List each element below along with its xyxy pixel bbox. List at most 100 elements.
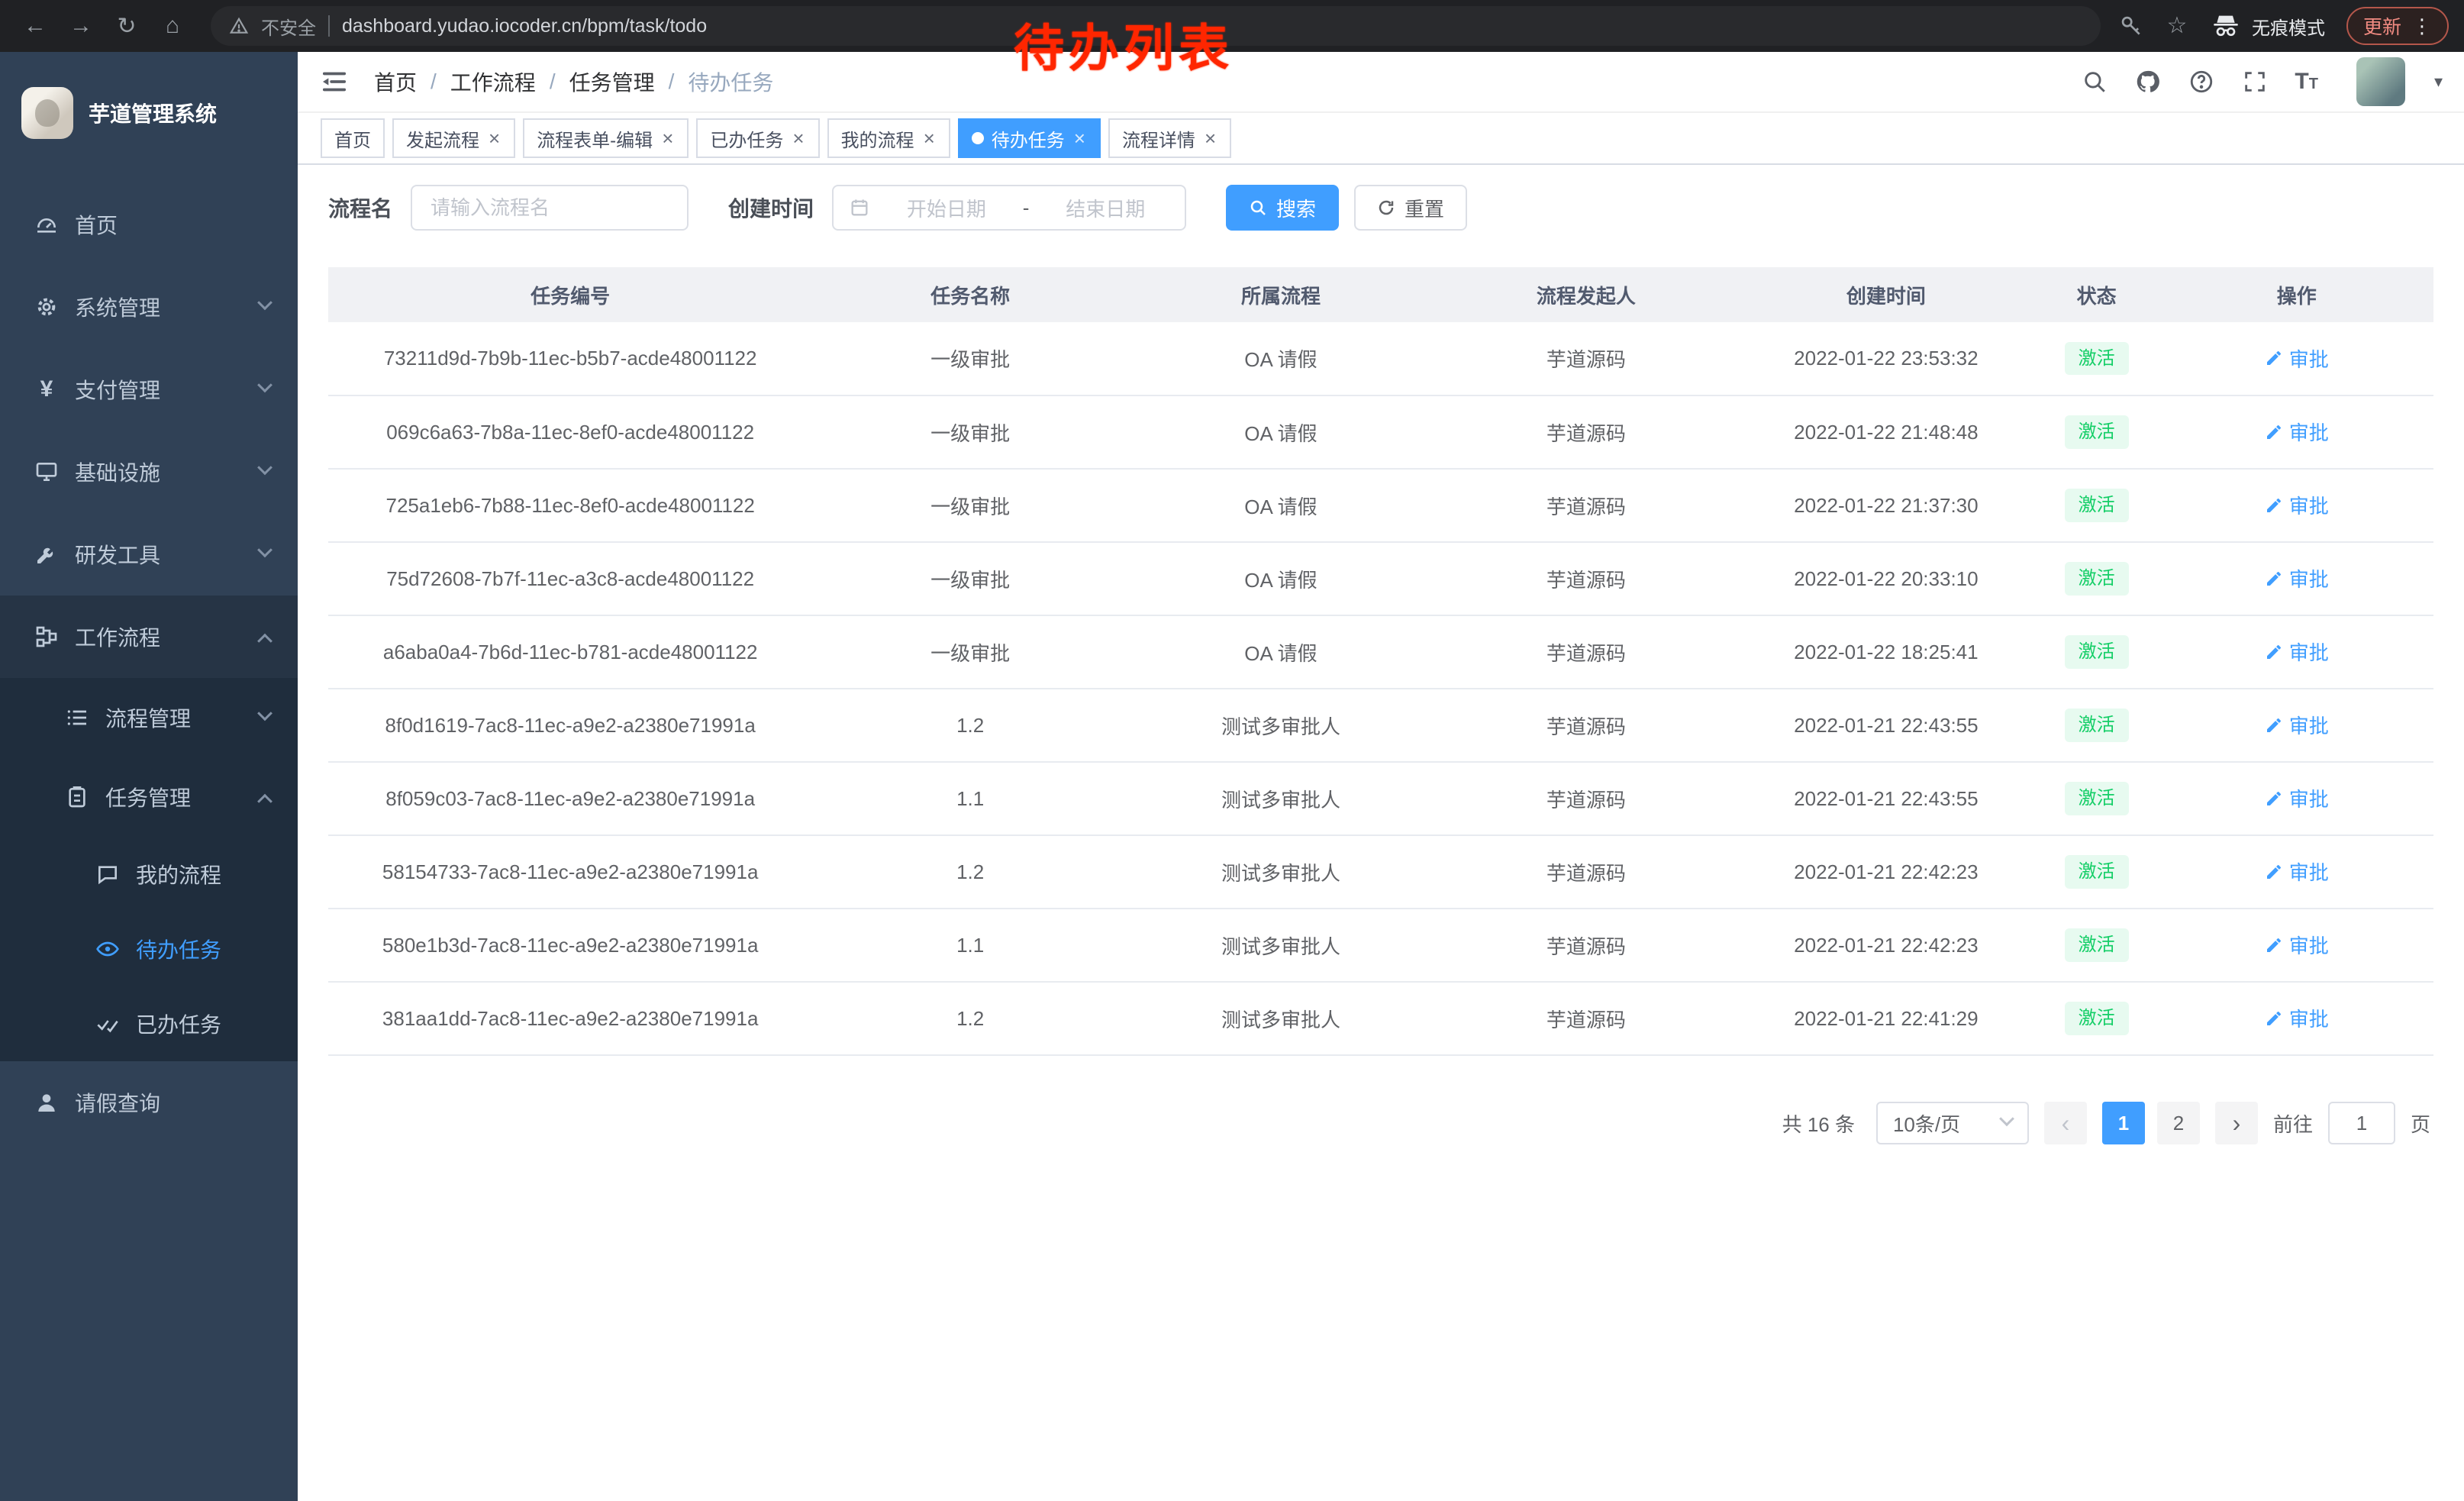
address-bar[interactable]: 不安全 dashboard.yudao.iocoder.cn/bpm/task/… <box>211 6 2101 46</box>
task-id: 580e1b3d-7ac8-11ec-a9e2-a2380e71991a <box>328 909 812 982</box>
chevron-down-icon <box>257 460 273 475</box>
sidebar-item[interactable]: 工作流程 <box>0 596 298 678</box>
fullscreen-icon[interactable] <box>2241 68 2269 95</box>
tab-close-icon[interactable]: × <box>660 128 675 148</box>
help-icon[interactable] <box>2188 68 2215 95</box>
tab[interactable]: 待办任务× <box>958 118 1101 158</box>
tab[interactable]: 发起流程 × <box>392 118 515 158</box>
create-time: 2022-01-21 22:42:23 <box>1739 835 2033 909</box>
sidebar-item[interactable]: 基础设施 <box>0 431 298 513</box>
key-icon[interactable] <box>2119 14 2143 38</box>
task-name: 一级审批 <box>812 615 1128 689</box>
tools-icon <box>34 541 60 567</box>
tab-close-icon[interactable]: × <box>1203 128 1217 148</box>
approve-link[interactable]: 审批 <box>2265 711 2329 739</box>
column-header: 所属流程 <box>1128 267 1434 322</box>
tab-close-icon[interactable]: × <box>791 128 805 148</box>
sidebar-item[interactable]: ¥支付管理 <box>0 348 298 431</box>
process-name-input[interactable] <box>411 185 689 231</box>
font-size-icon[interactable]: TT <box>2295 69 2318 95</box>
process-starter: 芋道源码 <box>1434 689 1739 762</box>
browser-menu-icon[interactable]: ⋮ <box>2412 15 2432 38</box>
sidebar-item[interactable]: 待办任务 <box>0 912 298 986</box>
sidebar-item[interactable]: 请假查询 <box>0 1061 298 1144</box>
breadcrumb-separator: / <box>550 69 556 94</box>
sidebar-item[interactable]: 我的流程 <box>0 837 298 912</box>
status-badge: 激活 <box>2065 635 2129 668</box>
task-id: 069c6a63-7b8a-11ec-8ef0-acde48001122 <box>328 395 812 469</box>
start-date-placeholder[interactable]: 开始日期 <box>882 194 1011 222</box>
approve-link[interactable]: 审批 <box>2265 418 2329 446</box>
sidebar-menu: 首页系统管理 ¥支付管理基础设施研发工具工作流程流程管理任务管理我的流程待办任务已… <box>0 174 298 1144</box>
back-icon[interactable]: ← <box>15 6 55 46</box>
end-date-placeholder[interactable]: 结束日期 <box>1041 194 1169 222</box>
task-id: 73211d9d-7b9b-11ec-b5b7-acde48001122 <box>328 322 812 395</box>
page-button[interactable]: 1 <box>2102 1102 2145 1144</box>
monitor-icon <box>34 459 60 485</box>
next-page-button[interactable]: › <box>2215 1102 2258 1144</box>
user-avatar[interactable] <box>2356 57 2405 106</box>
sidebar-item-label: 请假查询 <box>75 1087 160 1118</box>
search-icon[interactable] <box>2081 68 2108 95</box>
search-button[interactable]: 搜索 <box>1226 185 1339 231</box>
page-button[interactable]: 2 <box>2157 1102 2200 1144</box>
tab[interactable]: 流程详情× <box>1108 118 1231 158</box>
reset-button[interactable]: 重置 <box>1354 185 1467 231</box>
breadcrumb-item[interactable]: 任务管理 <box>569 66 655 97</box>
approve-link[interactable]: 审批 <box>2265 491 2329 519</box>
prev-page-button[interactable]: ‹ <box>2044 1102 2087 1144</box>
update-button[interactable]: 更新 ⋮ <box>2346 7 2449 45</box>
column-header: 流程发起人 <box>1434 267 1739 322</box>
date-range-picker[interactable]: 开始日期 - 结束日期 <box>832 185 1186 231</box>
app-logo-row[interactable]: 芋道管理系统 <box>0 52 298 174</box>
sidebar-item[interactable]: 任务管理 <box>0 757 298 837</box>
tab-label: 首页 <box>334 125 371 152</box>
approve-link[interactable]: 审批 <box>2265 1004 2329 1032</box>
yen-icon: ¥ <box>34 376 60 402</box>
page-size-select[interactable]: 10条/页 <box>1876 1102 2029 1144</box>
home-icon[interactable]: ⌂ <box>153 6 192 46</box>
security-label: 不安全 <box>261 13 316 40</box>
sidebar-item[interactable]: 流程管理 <box>0 678 298 757</box>
process-name: 测试多审批人 <box>1128 835 1434 909</box>
sidebar-item[interactable]: 已办任务 <box>0 986 298 1061</box>
app-title: 芋道管理系统 <box>89 98 217 128</box>
approve-link[interactable]: 审批 <box>2265 784 2329 812</box>
reload-icon[interactable]: ↻ <box>107 6 147 46</box>
process-starter: 芋道源码 <box>1434 835 1739 909</box>
bookmark-star-icon[interactable]: ☆ <box>2165 14 2189 38</box>
table-row: 8f0d1619-7ac8-11ec-a9e2-a2380e71991a1.2测… <box>328 689 2433 762</box>
sidebar-item[interactable]: 系统管理 <box>0 266 298 348</box>
sidebar-item[interactable]: 研发工具 <box>0 513 298 596</box>
sidebar-toggle-icon[interactable] <box>319 66 350 97</box>
avatar-caret-icon[interactable]: ▾ <box>2434 72 2443 92</box>
breadcrumb-item[interactable]: 首页 <box>374 66 417 97</box>
goto-page-input[interactable] <box>2328 1102 2395 1144</box>
approve-link[interactable]: 审批 <box>2265 638 2329 666</box>
tab[interactable]: 我的流程× <box>827 118 950 158</box>
tab-close-icon[interactable]: × <box>1072 128 1087 148</box>
process-name: OA 请假 <box>1128 322 1434 395</box>
task-name: 一级审批 <box>812 322 1128 395</box>
breadcrumb: 首页/工作流程/任务管理/待办任务 <box>374 66 773 97</box>
workflow-icon <box>34 624 60 650</box>
task-icon <box>64 784 90 810</box>
sidebar-item[interactable]: 首页 <box>0 183 298 266</box>
approve-link[interactable]: 审批 <box>2265 344 2329 373</box>
tab-close-icon[interactable]: × <box>922 128 937 148</box>
tab[interactable]: 已办任务× <box>696 118 819 158</box>
approve-link[interactable]: 审批 <box>2265 857 2329 886</box>
approve-link[interactable]: 审批 <box>2265 564 2329 592</box>
sidebar-item-label: 任务管理 <box>105 782 191 812</box>
breadcrumb-item[interactable]: 工作流程 <box>450 66 536 97</box>
approve-link[interactable]: 审批 <box>2265 931 2329 959</box>
sidebar-item-label: 系统管理 <box>75 292 160 322</box>
status-badge: 激活 <box>2065 342 2129 375</box>
tab-label: 发起流程 <box>406 125 479 152</box>
github-icon[interactable] <box>2134 68 2162 95</box>
tab[interactable]: 首页 <box>321 118 385 158</box>
tab-close-icon[interactable]: × <box>487 128 502 148</box>
process-starter: 芋道源码 <box>1434 909 1739 982</box>
tab[interactable]: 流程表单-编辑× <box>523 118 689 158</box>
forward-icon[interactable]: → <box>61 6 101 46</box>
